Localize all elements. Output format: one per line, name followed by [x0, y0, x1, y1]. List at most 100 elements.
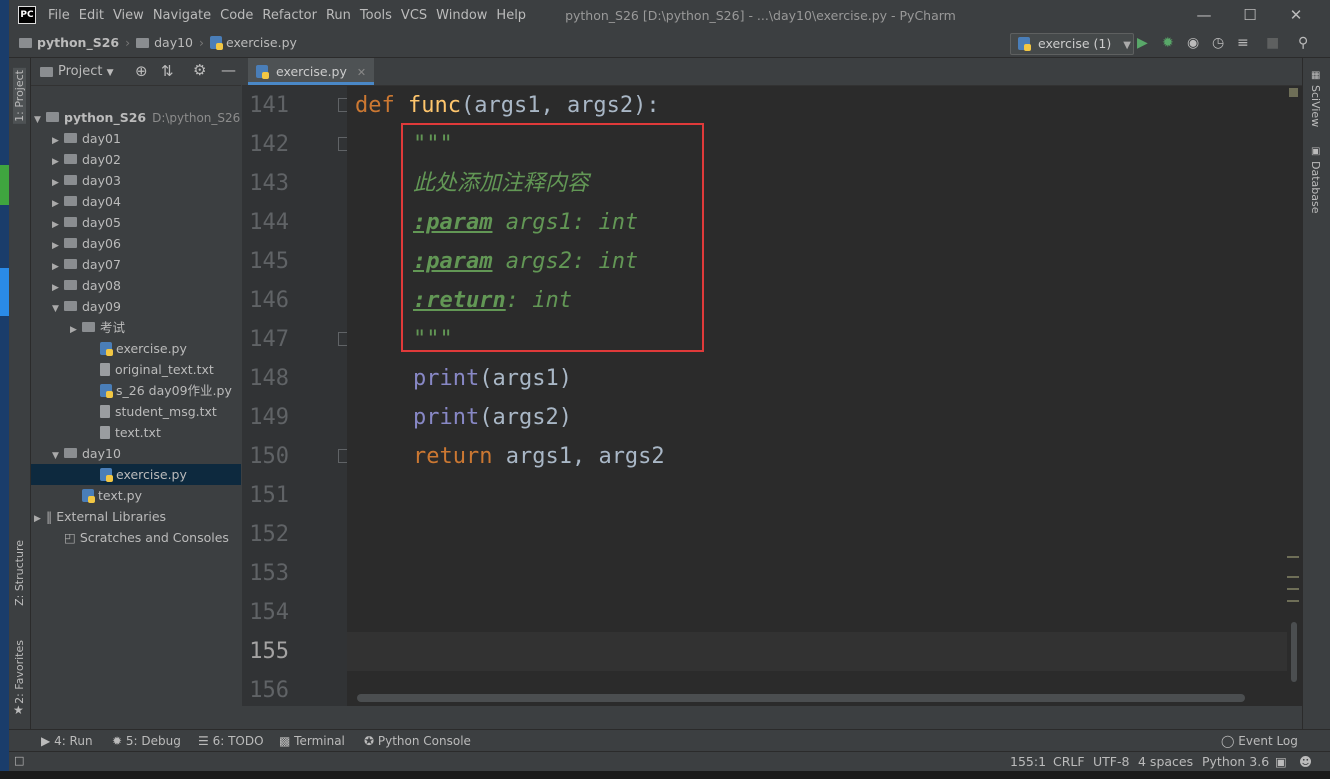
gear-icon[interactable]: ⚙ [193, 61, 206, 79]
tree-item[interactable]: original_text.txt [31, 359, 241, 380]
scratches-icon: ◰ [64, 530, 76, 545]
run-config-dropdown[interactable]: exercise (1) ▼ [1010, 33, 1134, 55]
locate-icon[interactable]: ⊕ [135, 62, 148, 80]
menu-code[interactable]: Code [220, 8, 253, 23]
close-tab-icon[interactable]: ✕ [357, 66, 366, 79]
line-number: 151 [249, 483, 289, 508]
tree-item[interactable]: text.py [31, 485, 241, 506]
inspection-status-icon[interactable] [1289, 88, 1298, 97]
run-tool-button[interactable]: ▶ 4: Run [41, 734, 93, 748]
structure-tool-button[interactable]: Z: Structure [13, 540, 26, 606]
tree-item[interactable]: ▶ day07 [31, 254, 241, 275]
build-icon[interactable]: ≡ [1237, 35, 1249, 51]
tree-item[interactable]: ▶ day08 [31, 275, 241, 296]
line-number: 153 [249, 561, 289, 586]
sciview-icon: ▦ [1311, 70, 1321, 81]
breadcrumb-folder[interactable]: day10 [154, 35, 193, 50]
list-icon: ☰ [198, 734, 209, 748]
terminal-tool-button[interactable]: ▩ Terminal [279, 734, 345, 748]
menu-tools[interactable]: Tools [360, 8, 392, 23]
menu-file[interactable]: File [48, 8, 70, 23]
tree-item[interactable]: text.txt [31, 422, 241, 443]
tree-item[interactable]: ◰ Scratches and Consoles [31, 527, 241, 548]
tree-item[interactable]: ▼ day09 [31, 296, 241, 317]
folder-icon [64, 448, 77, 458]
run-icon[interactable]: ▶ [1137, 35, 1148, 51]
search-icon[interactable]: ⚲ [1298, 35, 1308, 51]
menu-help[interactable]: Help [496, 8, 526, 23]
text-file-icon [100, 363, 110, 376]
folder-icon [136, 37, 150, 48]
hide-panel-icon[interactable]: — [221, 61, 236, 79]
code-editor[interactable]: def func(args1, args2): """ 此处添加注释内容 :pa… [347, 86, 1292, 706]
line-separator[interactable]: CRLF [1053, 754, 1085, 769]
pycharm-logo-icon: PC [18, 6, 36, 24]
interpreter[interactable]: Python 3.6 [1202, 754, 1269, 769]
tree-item[interactable]: s_26 day09作业.py [31, 380, 241, 401]
code-line-149: print(args2) [413, 405, 572, 430]
breadcrumb-project[interactable]: python_S26 [37, 35, 119, 50]
tree-item[interactable]: ▶ day06 [31, 233, 241, 254]
event-log-button[interactable]: ◯ Event Log [1221, 734, 1298, 748]
debug-tool-button[interactable]: ✹ 5: Debug [112, 734, 181, 748]
tree-item[interactable]: ▶ day05 [31, 212, 241, 233]
breadcrumb-file[interactable]: exercise.py [226, 35, 297, 50]
tree-item[interactable]: ▼ day10 [31, 443, 241, 464]
minimize-button[interactable]: — [1181, 0, 1227, 30]
folder-icon [64, 133, 77, 143]
database-tool-button[interactable]: Database [1309, 161, 1322, 214]
tree-item[interactable]: ▼ python_S26 D:\python_S26 [31, 107, 241, 128]
project-tool-button[interactable]: 1: Project [13, 68, 26, 124]
coverage-icon[interactable]: ◉ [1187, 35, 1199, 51]
horizontal-scrollbar[interactable] [357, 694, 1245, 702]
project-view-selector[interactable]: Project ▼ [58, 64, 114, 79]
tree-item[interactable]: ▶ 考试 [31, 317, 241, 338]
menu-navigate[interactable]: Navigate [153, 8, 211, 23]
file-encoding[interactable]: UTF-8 [1093, 754, 1129, 769]
tree-item-label: s_26 day09作业.py [116, 383, 232, 398]
toggle-tool-windows-icon[interactable]: □ [14, 754, 24, 767]
maximize-button[interactable]: ☐ [1227, 0, 1273, 30]
close-window-button[interactable]: ✕ [1273, 0, 1319, 30]
indent-setting[interactable]: 4 spaces [1138, 754, 1193, 769]
tree-item[interactable]: exercise.py [31, 338, 241, 359]
tree-item-label: 考试 [100, 320, 126, 335]
tree-item[interactable]: ▶ day03 [31, 170, 241, 191]
tree-item[interactable]: ▶ day04 [31, 191, 241, 212]
python-file-icon [100, 342, 113, 356]
line-number: 155 [249, 639, 289, 664]
window-title: python_S26 [D:\python_S26] - ...\day10\e… [565, 7, 956, 23]
current-line-highlight [347, 632, 1292, 671]
docstring-highlight-box [401, 123, 704, 352]
todo-tool-button[interactable]: ☰ 6: TODO [198, 734, 264, 748]
menu-run[interactable]: Run [326, 8, 351, 23]
inspector-icon[interactable]: ☻ [1299, 754, 1312, 769]
tree-item[interactable]: ▶ ‖ External Libraries [31, 506, 241, 527]
caret-position[interactable]: 155:1 [1010, 754, 1046, 769]
sciview-tool-button[interactable]: SciView [1309, 85, 1322, 127]
python-console-button[interactable]: ✪ Python Console [364, 734, 471, 748]
line-number: 150 [249, 444, 289, 469]
profile-icon[interactable]: ◷ [1212, 35, 1224, 51]
vertical-scrollbar[interactable] [1291, 622, 1297, 682]
menu-edit[interactable]: Edit [79, 8, 104, 23]
tree-item[interactable]: exercise.py [31, 464, 241, 485]
tab-exercise-py[interactable]: exercise.py ✕ [248, 58, 375, 85]
tree-item[interactable]: ▶ day01 [31, 128, 241, 149]
debug-icon[interactable]: ✹ [1162, 35, 1174, 51]
right-tool-stripe: ▦ SciView ▣ Database [1302, 58, 1330, 748]
python-file-icon [1018, 37, 1031, 51]
collapse-all-icon[interactable]: ⇅ [161, 62, 174, 80]
menu-refactor[interactable]: Refactor [262, 8, 317, 23]
menu-view[interactable]: View [113, 8, 144, 23]
menu-window[interactable]: Window [436, 8, 487, 23]
text-file-icon [100, 426, 110, 439]
status-bar: □ 155:1 CRLF UTF-8 4 spaces Python 3.6 ▣… [9, 751, 1330, 772]
tree-item[interactable]: student_msg.txt [31, 401, 241, 422]
title-bar: PC File Edit View Navigate Code Refactor… [9, 0, 1330, 30]
lock-icon[interactable]: ▣ [1275, 754, 1287, 769]
stop-icon[interactable]: ■ [1266, 35, 1279, 51]
tree-item[interactable]: ▶ day02 [31, 149, 241, 170]
menu-vcs[interactable]: VCS [401, 8, 427, 23]
favorites-tool-button[interactable]: 2: Favorites [13, 640, 26, 704]
